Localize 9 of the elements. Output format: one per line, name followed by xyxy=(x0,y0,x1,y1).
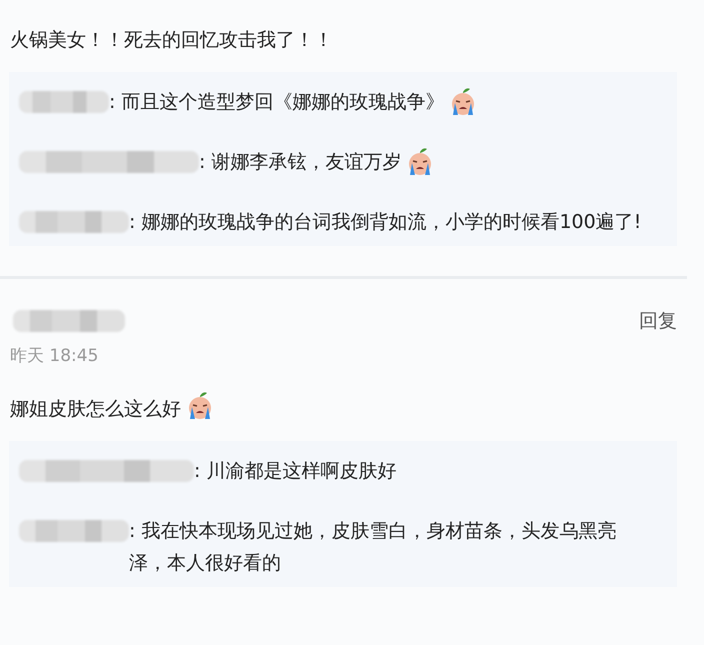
reply-text: : 谢娜李承铉，友谊万岁 xyxy=(199,150,402,175)
reply-text: : 我在快本现场见过她，皮肤雪白，身材苗条，头发乌黑亮泽，本人很好看的 xyxy=(129,519,618,576)
reply-button[interactable]: 回复 xyxy=(639,307,677,336)
comment-time: 昨天 18:45 xyxy=(10,346,98,366)
comment-text: 火锅美女！！死去的回忆攻击我了！！ xyxy=(10,29,333,51)
reply-text: : 川渝都是这样啊皮肤好 xyxy=(194,459,396,484)
comment-text: 娜姐皮肤怎么这么好 xyxy=(10,398,181,420)
reply-text: : 娜娜的玫瑰战争的台词我倒背如流，小学的时候看100遍了! xyxy=(129,210,642,235)
reply-text: : 而且这个造型梦回《娜娜的玫瑰战争》 xyxy=(109,90,444,115)
